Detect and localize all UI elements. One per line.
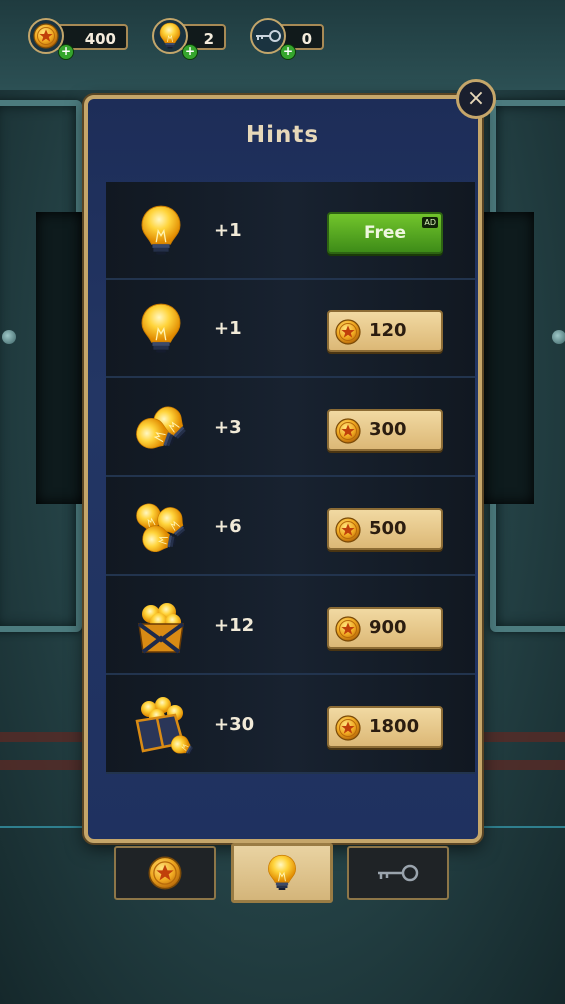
offer-amount: +1 [214,220,242,241]
bulb-pair-icon [131,400,194,457]
price-label: 120 [369,320,407,341]
ad-video-badge: AD [422,217,438,228]
offer-amount: +6 [214,516,242,537]
coin-icon [335,715,361,741]
background-opening-left [36,212,84,504]
offer-row: +12 900 [106,577,475,675]
key-counter[interactable]: 0 + [250,18,326,60]
price-label: 900 [369,617,407,638]
offer-list: +1 Free AD +1 120 +3 300 +6 500 +12 900 … [106,182,475,774]
offer-row: +1 Free AD [106,182,475,280]
offer-amount: +12 [214,615,255,636]
tab-coins[interactable] [114,846,216,900]
tab-hints[interactable] [231,843,333,903]
add-keys-button[interactable]: + [280,44,296,60]
bulb-icon [141,303,181,354]
price-label: 500 [369,518,407,539]
close-button[interactable]: × [456,79,496,119]
buy-button[interactable]: 300 [327,409,443,451]
bulb-icon [141,205,181,256]
add-coins-button[interactable]: + [58,44,74,60]
hint-counter[interactable]: 2 + [152,18,228,60]
coin-icon [335,517,361,543]
coin-icon [335,616,361,642]
background-bolt [552,330,565,344]
background-bolt [2,330,16,344]
offer-amount: +3 [214,417,242,438]
key-icon [378,864,419,882]
coin-counter[interactable]: 400 + [28,18,128,60]
buy-button[interactable]: 1800 [327,706,443,748]
coin-icon [148,856,182,890]
tab-keys[interactable] [347,846,449,900]
offer-row: +1 120 [106,280,475,378]
offer-row: +6 500 [106,478,475,576]
bulb-box-icon [137,603,185,654]
free-hint-button[interactable]: Free AD [327,212,443,254]
offer-row: +30 1800 [106,676,475,774]
background-opening-right [482,212,534,504]
price-label: 300 [369,419,407,440]
bulb-chest-icon [135,697,194,758]
buy-button[interactable]: 500 [327,508,443,550]
offer-amount: +30 [214,714,255,735]
buy-button[interactable]: 120 [327,310,443,352]
add-hints-button[interactable]: + [182,44,198,60]
panel-title: Hints [245,122,320,148]
coin-icon [335,418,361,444]
price-label: 1800 [369,716,420,737]
coin-icon [335,319,361,345]
bulb-icon [267,854,297,891]
offer-row: +3 300 [106,379,475,477]
bulb-trio-icon [132,500,193,556]
buy-button[interactable]: 900 [327,607,443,649]
offer-amount: +1 [214,318,242,339]
